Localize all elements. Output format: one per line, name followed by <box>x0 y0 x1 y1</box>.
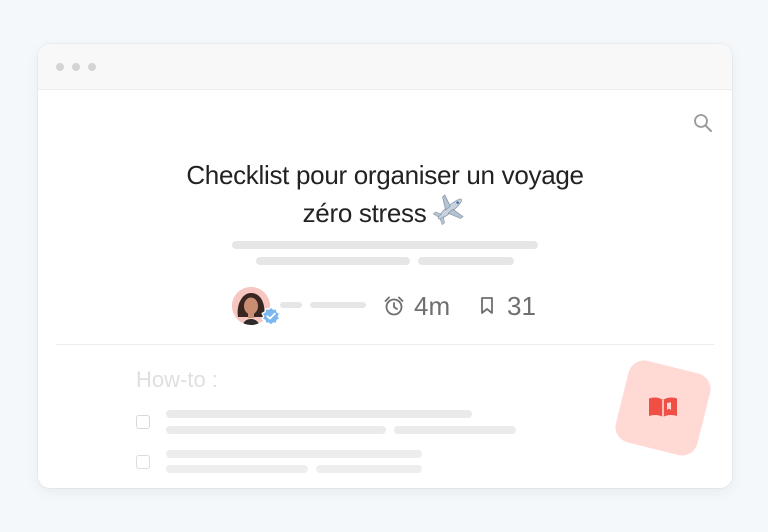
checklist-item-placeholder <box>166 410 472 418</box>
checklist-item-placeholder <box>166 465 308 473</box>
checklist-item-placeholder <box>394 426 516 434</box>
article-title-line1: Checklist pour organiser un voyage <box>186 160 584 190</box>
verified-badge-icon <box>261 306 281 327</box>
checklist-item-placeholder <box>316 465 422 473</box>
browser-window: Checklist pour organiser un voyage zéro … <box>38 44 732 488</box>
bookmark-icon[interactable] <box>476 295 498 317</box>
window-dot-close[interactable] <box>56 63 64 71</box>
checklist-item-placeholder <box>166 426 386 434</box>
alarm-clock-icon <box>383 295 405 317</box>
author-name-placeholder <box>310 302 366 308</box>
author-name-placeholder <box>280 302 302 308</box>
content-divider <box>56 344 714 345</box>
window-dot-maximize[interactable] <box>88 63 96 71</box>
subtitle-placeholder-line <box>232 241 538 249</box>
section-label: How-to : <box>136 367 218 392</box>
checklist-item-placeholder <box>166 450 422 458</box>
article-title-line2: zéro stress <box>302 198 427 228</box>
search-icon[interactable] <box>691 111 715 135</box>
window-titlebar <box>38 44 732 90</box>
read-mode-button[interactable] <box>612 357 714 459</box>
subtitle-placeholder-line <box>256 257 410 265</box>
checklist-checkbox[interactable] <box>136 455 150 469</box>
bookmark-count: 31 <box>507 291 536 321</box>
checklist-checkbox[interactable] <box>136 415 150 429</box>
article-title: Checklist pour organiser un voyage zéro … <box>118 157 652 234</box>
airplane-icon <box>433 193 467 234</box>
open-book-icon <box>646 394 680 422</box>
read-time: 4m <box>414 291 451 321</box>
window-dot-minimize[interactable] <box>72 63 80 71</box>
subtitle-placeholder-line <box>418 257 514 265</box>
